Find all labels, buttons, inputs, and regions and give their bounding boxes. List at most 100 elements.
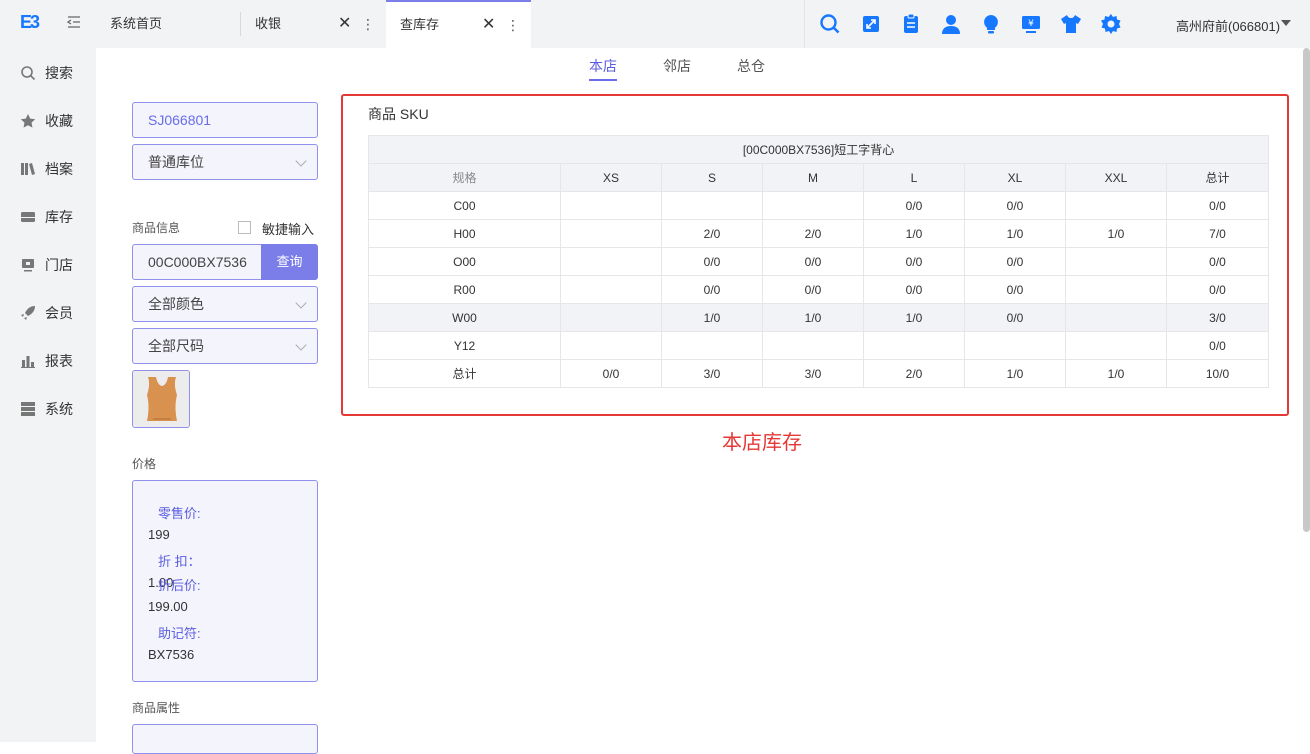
store-selector[interactable]: 高州府前(066801)	[1176, 16, 1280, 35]
close-icon[interactable]: ✕	[338, 0, 351, 48]
stock-cell	[560, 191, 662, 220]
stock-cell	[661, 191, 763, 220]
stock-cell: 10/0	[1165, 359, 1270, 388]
books-icon	[21, 163, 35, 175]
location-type-value: 普通库位	[148, 154, 204, 170]
sidebar-item-label: 会员	[45, 305, 73, 321]
sidebar-item-search[interactable]: 搜索	[20, 63, 73, 83]
table-row: W00 1/0 1/0 1/0 0/0 3/0	[368, 303, 1270, 332]
stock-cell: 2/0	[863, 359, 965, 388]
spec-cell: R00	[368, 275, 561, 304]
stock-cell: 1/0	[661, 303, 763, 332]
warehouse-code-field[interactable]: SJ066801	[132, 102, 318, 138]
tab-central-warehouse[interactable]: 总仓	[737, 56, 765, 76]
tab-cashier[interactable]: 收银 ✕ ⋮	[255, 0, 375, 48]
product-thumbnail[interactable]	[132, 370, 190, 428]
svg-text:¥: ¥	[1028, 19, 1034, 29]
retail-price-value: 199	[148, 527, 170, 542]
attributes-label: 商品属性	[132, 701, 181, 715]
stock-cell	[1065, 331, 1167, 360]
stock-cell: 3/0	[762, 359, 864, 388]
spec-cell: O00	[368, 247, 561, 276]
column-header: XXL	[1065, 163, 1167, 192]
stock-cell: 7/0	[1165, 219, 1270, 248]
sidebar-item-label: 收藏	[45, 113, 73, 129]
annotation-label: 本店库存	[722, 432, 802, 454]
color-value: 全部颜色	[148, 296, 204, 312]
table-row: Y12 0/0	[368, 331, 1270, 360]
stock-cell	[560, 303, 662, 332]
close-icon[interactable]: ✕	[482, 2, 495, 48]
sidebar-item-favorites[interactable]: 收藏	[20, 111, 73, 131]
mnemonic-label: 助记符:	[158, 626, 201, 641]
sidebar-item-label: 系统	[45, 401, 73, 417]
table-row: R00 0/0 0/0 0/0 0/0 0/0	[368, 275, 1270, 304]
user-icon[interactable]	[940, 13, 962, 35]
tab-home[interactable]: 系统首页	[110, 0, 240, 48]
scrollbar[interactable]	[1303, 48, 1310, 532]
stock-cell: 1/0	[762, 303, 864, 332]
box-icon	[21, 212, 35, 222]
stock-cell: 3/0	[1165, 303, 1270, 332]
stock-cell	[560, 331, 662, 360]
clipboard-icon[interactable]	[900, 13, 922, 35]
search-icon	[21, 66, 36, 81]
bulb-icon[interactable]	[980, 13, 1002, 35]
tab-check-stock[interactable]: 查库存 ✕ ⋮	[386, 0, 531, 48]
product-code-input[interactable]: 00C000BX7536	[132, 244, 262, 280]
stock-cell: 0/0	[762, 247, 864, 276]
table-row: C00 0/0 0/0 0/0	[368, 191, 1270, 220]
gear-icon[interactable]	[1100, 13, 1122, 35]
search-icon[interactable]	[819, 13, 841, 35]
column-header: 总计	[1165, 163, 1270, 192]
sidebar-item-label: 报表	[45, 353, 73, 369]
more-icon[interactable]: ⋮	[361, 0, 375, 48]
column-header: S	[661, 163, 763, 192]
sidebar-item-archive[interactable]: 档案	[20, 159, 73, 179]
mnemonic-value: BX7536	[148, 647, 195, 662]
stock-cell	[560, 219, 662, 248]
stock-cell: 2/0	[762, 219, 864, 248]
shirt-icon[interactable]	[1060, 13, 1082, 35]
discounted-price-value: 199.00	[148, 599, 188, 614]
stock-cell: 0/0	[661, 247, 763, 276]
product-header: [00C000BX7536]短工字背心	[367, 135, 1270, 164]
bar-chart-icon	[21, 356, 35, 368]
sku-table: [00C000BX7536]短工字背心 规格 XS S M L XL XXL 总计 C00 0/…	[367, 135, 1270, 388]
sidebar-item-member[interactable]: 会员	[20, 303, 73, 323]
spec-cell: H00	[368, 219, 561, 248]
stock-cell: 2/0	[661, 219, 763, 248]
sidebar-item-system[interactable]: 系统	[20, 399, 73, 419]
collapse-menu-icon[interactable]	[66, 14, 82, 30]
stock-cell: 0/0	[964, 247, 1066, 276]
sidebar-item-reports[interactable]: 报表	[20, 351, 73, 371]
sidebar-item-label: 库存	[45, 209, 73, 225]
spec-cell: Y12	[368, 331, 561, 360]
location-type-select[interactable]: 普通库位	[132, 144, 318, 180]
column-header: M	[762, 163, 864, 192]
expand-icon[interactable]	[860, 13, 882, 35]
table-row: O00 0/0 0/0 0/0 0/0 0/0	[368, 247, 1270, 276]
column-header: XS	[560, 163, 662, 192]
price-section-label: 价格	[132, 457, 157, 471]
stock-cell	[1065, 303, 1167, 332]
size-select[interactable]: 全部尺码	[132, 328, 318, 364]
cashier-icon[interactable]: ¥	[1020, 13, 1042, 35]
tab-this-store[interactable]: 本店	[589, 56, 617, 76]
stock-cell	[1065, 191, 1167, 220]
discount-label: 折 扣：	[158, 554, 201, 569]
table-row: 总计 0/0 3/0 3/0 2/0 1/0 1/0 10/0	[368, 359, 1270, 388]
stock-cell	[863, 331, 965, 360]
quick-input-checkbox[interactable]	[238, 221, 251, 234]
tab-neighbor-store[interactable]: 邻店	[663, 56, 691, 76]
stock-cell	[560, 275, 662, 304]
sidebar-item-inventory[interactable]: 库存	[20, 207, 73, 227]
query-button[interactable]: 查询	[261, 244, 318, 280]
sidebar-item-store[interactable]: 门店	[20, 255, 73, 275]
caret-down-icon[interactable]	[1281, 20, 1291, 26]
stock-cell	[1065, 247, 1167, 276]
color-select[interactable]: 全部颜色	[132, 286, 318, 322]
more-icon[interactable]: ⋮	[506, 2, 520, 48]
rocket-icon	[21, 306, 35, 320]
app-logo: E3	[20, 12, 40, 32]
